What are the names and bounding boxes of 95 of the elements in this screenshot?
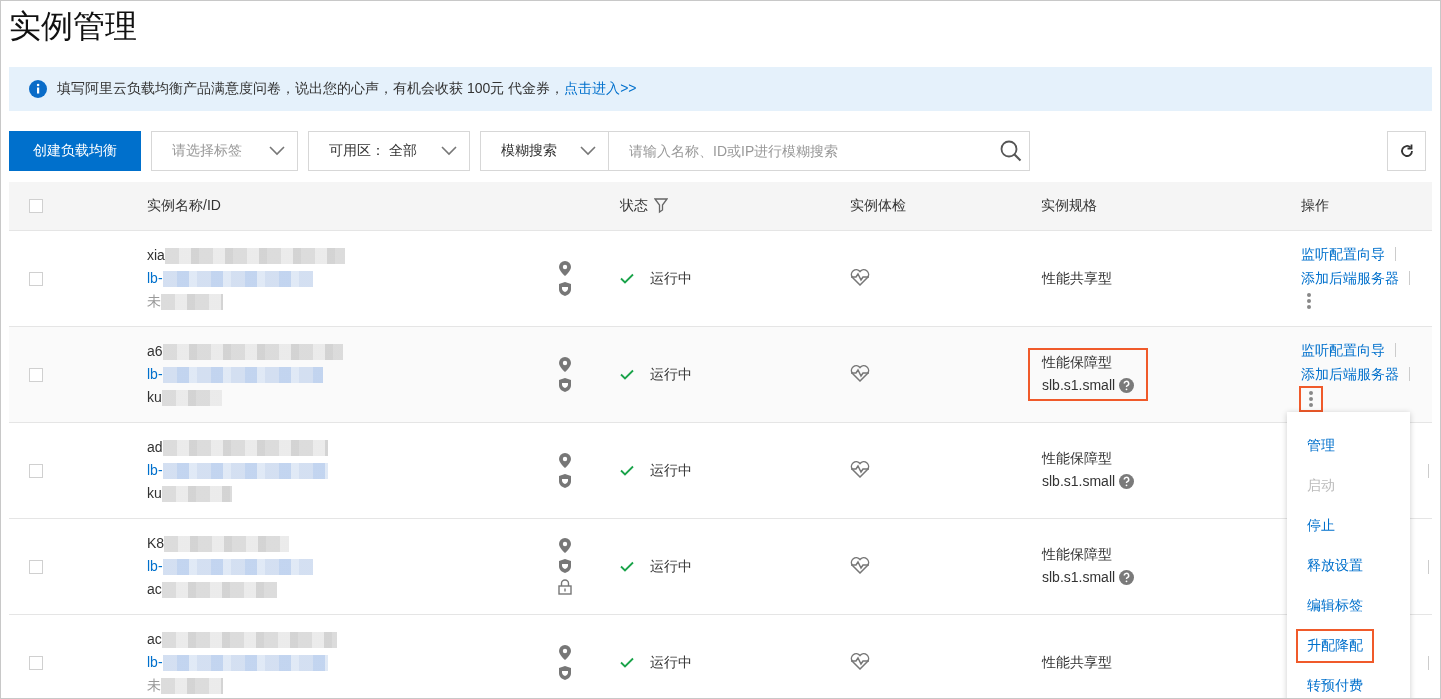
shield-icon	[559, 666, 571, 680]
create-button[interactable]: 创建负载均衡	[9, 131, 141, 171]
chevron-down-icon	[441, 146, 457, 156]
instance-id-link[interactable]: lb-	[147, 459, 163, 482]
instance-id-link[interactable]: lb-	[147, 651, 163, 674]
column-header: 操作	[1301, 197, 1329, 215]
instance-name: K8	[147, 534, 165, 553]
tag-select[interactable]: 请选择标签	[151, 131, 298, 171]
notice-text: 填写阿里云负载均衡产品满意度问卷，说出您的心声，有机会收获 100元 代金券，点击进入>>	[57, 80, 637, 98]
refresh-button[interactable]	[1387, 131, 1426, 171]
help-icon[interactable]	[1119, 474, 1135, 489]
row-checkbox[interactable]	[29, 463, 43, 478]
redacted-block	[161, 293, 223, 310]
instance-name: a6	[147, 342, 163, 361]
more-button[interactable]	[1299, 386, 1323, 412]
location-pin-icon	[559, 538, 571, 553]
location-pin-icon	[559, 453, 571, 468]
survey-link[interactable]: 点击进入>>	[564, 80, 637, 96]
info-icon	[29, 80, 47, 98]
heartbeat-icon[interactable]	[850, 556, 870, 574]
spec-type: 性能保障型	[1042, 353, 1113, 372]
instance-name: ac	[147, 630, 162, 649]
menu-item[interactable]: 升配降配	[1296, 629, 1374, 663]
redacted-block	[161, 389, 222, 406]
status-text: 运行中	[650, 269, 692, 288]
status-text: 运行中	[650, 461, 692, 480]
check-icon	[620, 465, 634, 476]
status-text: 运行中	[650, 653, 692, 672]
location-pin-icon	[559, 645, 571, 660]
action-link[interactable]: 添加后端服务器	[1301, 362, 1399, 386]
menu-item[interactable]: 停止	[1296, 509, 1346, 543]
heartbeat-icon[interactable]	[850, 268, 870, 286]
column-header: 实例规格	[1041, 197, 1097, 215]
action-link[interactable]: 添加后端服务器	[1301, 266, 1399, 290]
shield-icon	[559, 378, 571, 392]
filter-icon[interactable]	[654, 198, 668, 214]
instance-id-link[interactable]: lb-	[147, 555, 163, 578]
row-checkbox[interactable]	[29, 367, 43, 382]
check-icon	[620, 273, 634, 284]
instance-note: ku	[147, 484, 162, 503]
column-header: 实例体检	[850, 197, 906, 215]
check-icon	[620, 561, 634, 572]
instance-name: xia	[147, 246, 165, 265]
instance-note: ac	[147, 580, 162, 599]
column-header: 实例名称/ID	[147, 197, 221, 215]
instance-note: 未	[147, 292, 161, 311]
action-link[interactable]: 监听配置向导	[1301, 338, 1385, 362]
spec-type: 性能共享型	[1042, 268, 1112, 288]
search-type-select[interactable]: 模糊搜索	[480, 131, 609, 171]
status-text: 运行中	[650, 365, 692, 384]
action-link[interactable]: 监听配置向导	[1301, 242, 1385, 266]
search-field[interactable]: 请输入名称、ID或IP进行模糊搜索	[609, 131, 1030, 171]
spec-size: slb.s1.small	[1042, 472, 1116, 491]
check-icon	[620, 657, 634, 668]
spec-size: slb.s1.small	[1042, 568, 1116, 587]
chevron-down-icon	[269, 146, 285, 156]
menu-item[interactable]: 编辑标签	[1296, 589, 1374, 623]
column-header: 状态	[620, 197, 648, 215]
zone-select[interactable]: 可用区： 全部	[308, 131, 470, 171]
shield-icon	[559, 559, 571, 573]
page-title: 实例管理	[9, 7, 137, 46]
kebab-icon	[1307, 293, 1311, 309]
instance-id-link[interactable]: lb-	[147, 267, 163, 290]
redacted-block	[161, 485, 232, 502]
location-pin-icon	[559, 357, 571, 372]
menu-item[interactable]: 转预付费	[1296, 669, 1374, 698]
spec-type: 性能共享型	[1042, 652, 1112, 672]
shield-icon	[559, 474, 571, 488]
chevron-down-icon	[580, 146, 596, 156]
select-all-checkbox[interactable]	[29, 199, 43, 213]
spec-type: 性能保障型	[1042, 449, 1113, 468]
menu-item[interactable]: 管理	[1296, 429, 1346, 463]
instance-note: ku	[147, 388, 162, 407]
kebab-icon	[1309, 391, 1313, 407]
row-checkbox[interactable]	[29, 271, 43, 286]
row-checkbox[interactable]	[29, 559, 43, 574]
spec-type: 性能保障型	[1042, 545, 1113, 564]
instance-name: ad	[147, 438, 163, 457]
help-icon[interactable]	[1119, 378, 1135, 393]
heartbeat-icon[interactable]	[850, 364, 870, 382]
menu-item[interactable]: 释放设置	[1296, 549, 1374, 583]
refresh-icon	[1398, 143, 1415, 159]
redacted-block	[161, 677, 223, 694]
shield-icon	[559, 282, 571, 296]
search-icon	[1000, 140, 1022, 162]
heartbeat-icon[interactable]	[850, 460, 870, 478]
instance-id-link[interactable]: lb-	[147, 363, 163, 386]
status-text: 运行中	[650, 557, 692, 576]
instance-note: 未	[147, 676, 161, 695]
location-pin-icon	[559, 261, 571, 276]
check-icon	[620, 369, 634, 380]
help-icon[interactable]	[1119, 570, 1135, 585]
spec-size: slb.s1.small	[1042, 376, 1116, 395]
row-checkbox[interactable]	[29, 655, 43, 670]
heartbeat-icon[interactable]	[850, 652, 870, 670]
